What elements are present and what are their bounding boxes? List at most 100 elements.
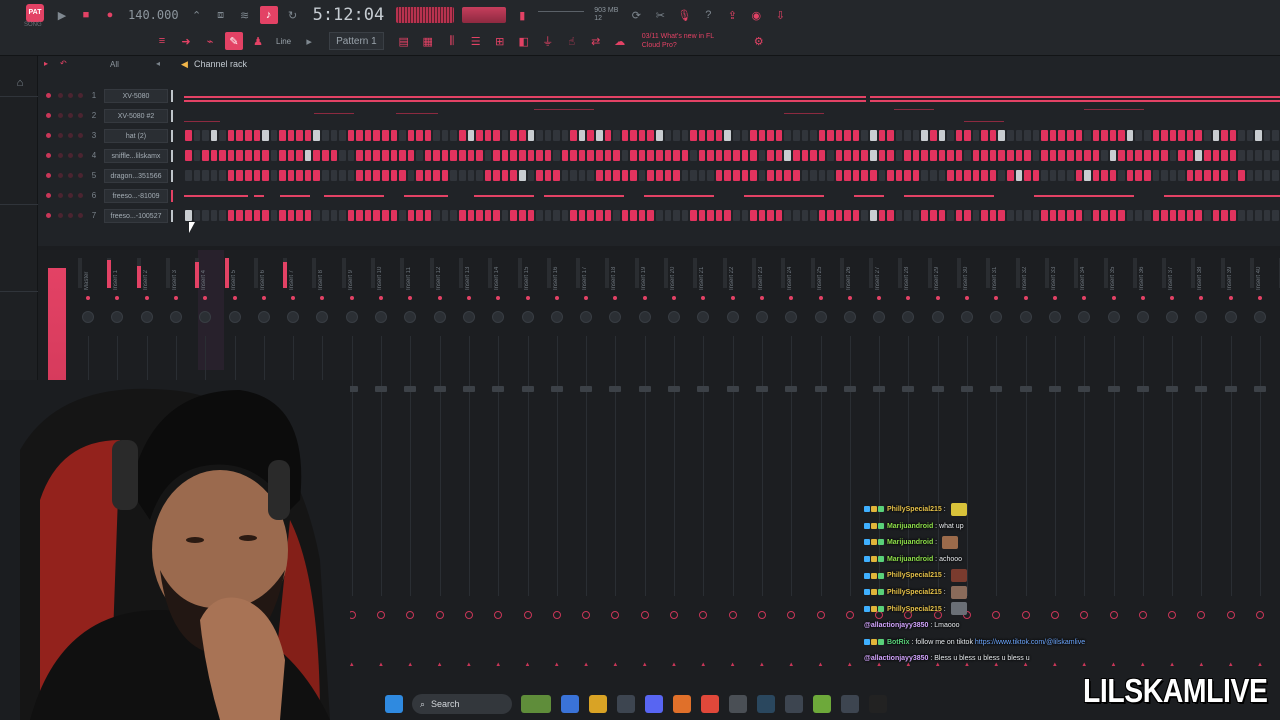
step-button[interactable] xyxy=(202,210,209,221)
step-button[interactable] xyxy=(227,150,235,161)
volume-fader[interactable] xyxy=(433,386,446,392)
step-button[interactable] xyxy=(655,150,663,161)
track-mute-led[interactable] xyxy=(1140,296,1145,300)
step-button[interactable] xyxy=(1272,170,1279,181)
step-button[interactable] xyxy=(733,170,740,181)
step-button[interactable] xyxy=(578,210,586,221)
track-pan-knob[interactable] xyxy=(433,311,446,323)
track-mute-led[interactable] xyxy=(554,296,559,300)
step-button[interactable] xyxy=(381,210,389,221)
step-button[interactable] xyxy=(279,210,286,221)
track-pan-knob[interactable] xyxy=(755,311,768,323)
step-button[interactable] xyxy=(544,150,552,161)
track-mute-led[interactable] xyxy=(466,296,471,300)
step-button[interactable] xyxy=(929,210,937,221)
step-button[interactable] xyxy=(844,150,851,161)
step-button[interactable] xyxy=(852,130,860,141)
step-button[interactable] xyxy=(1049,210,1057,221)
playlist-icon[interactable]: ≡ xyxy=(153,32,171,50)
step-button[interactable] xyxy=(1169,150,1177,161)
step-button[interactable] xyxy=(1032,150,1040,161)
browser-icon[interactable]: ☰ xyxy=(467,32,485,50)
channel-name-button[interactable]: dragon...351566 xyxy=(104,169,168,183)
step-button[interactable] xyxy=(801,130,809,141)
step-button[interactable] xyxy=(673,130,680,141)
send-ring[interactable] xyxy=(377,611,385,619)
step-button[interactable] xyxy=(587,150,594,161)
step-button[interactable] xyxy=(664,210,672,221)
step-button[interactable] xyxy=(270,210,278,221)
channel-pan-knob[interactable] xyxy=(68,93,73,98)
step-button[interactable] xyxy=(210,170,218,181)
step-button[interactable] xyxy=(1238,130,1245,141)
brave-icon[interactable] xyxy=(701,695,719,713)
step-button[interactable] xyxy=(459,170,466,181)
step-button[interactable] xyxy=(553,210,560,221)
step-button[interactable] xyxy=(210,130,218,141)
step-button[interactable] xyxy=(750,170,757,181)
step-button[interactable] xyxy=(630,170,637,181)
step-button[interactable] xyxy=(219,130,226,141)
track-mute-led[interactable] xyxy=(759,296,764,300)
step-button[interactable] xyxy=(1066,210,1074,221)
step-button[interactable] xyxy=(613,210,620,221)
step-button[interactable] xyxy=(1135,210,1142,221)
download-icon[interactable]: ⇩ xyxy=(771,6,789,24)
step-button[interactable] xyxy=(827,210,834,221)
send-ring[interactable] xyxy=(699,611,708,619)
piano-roll-icon[interactable]: ▤ xyxy=(395,32,413,50)
step-button[interactable] xyxy=(1024,170,1031,181)
send-ring[interactable] xyxy=(670,611,678,619)
volume-fader[interactable] xyxy=(1224,386,1237,392)
step-button[interactable] xyxy=(758,130,766,141)
track-pan-knob[interactable] xyxy=(82,311,94,323)
step-button[interactable] xyxy=(630,150,637,161)
step-button[interactable] xyxy=(904,170,911,181)
track-mute-led[interactable] xyxy=(291,296,296,300)
step-button[interactable] xyxy=(553,150,560,161)
step-button[interactable] xyxy=(1058,150,1065,161)
step-button[interactable] xyxy=(1075,210,1083,221)
step-button[interactable] xyxy=(1169,170,1177,181)
step-button[interactable] xyxy=(596,210,603,221)
step-button[interactable] xyxy=(484,130,492,141)
route-arrow-icon[interactable]: ▲ xyxy=(759,662,765,668)
track-mute-led[interactable] xyxy=(818,296,823,300)
step-button[interactable] xyxy=(493,170,500,181)
route-arrow-icon[interactable]: ▲ xyxy=(1198,662,1204,668)
step-button[interactable] xyxy=(1007,170,1014,181)
step-button[interactable] xyxy=(784,150,791,161)
step-button[interactable] xyxy=(947,130,954,141)
step-button[interactable] xyxy=(1221,150,1228,161)
step-button[interactable] xyxy=(1144,130,1151,141)
step-button[interactable] xyxy=(262,130,269,141)
step-button[interactable] xyxy=(364,150,372,161)
step-button[interactable] xyxy=(1032,170,1040,181)
tempo-display[interactable]: 140.000 xyxy=(128,8,179,22)
step-button[interactable] xyxy=(484,150,492,161)
step-button[interactable] xyxy=(887,210,894,221)
step-button[interactable] xyxy=(1221,130,1228,141)
mixer-insert-track[interactable]: Insert 20 ▲ xyxy=(660,256,689,720)
step-button[interactable] xyxy=(792,130,800,141)
step-button[interactable] xyxy=(441,210,449,221)
step-button[interactable] xyxy=(570,210,577,221)
step-button[interactable] xyxy=(664,150,672,161)
channel-row[interactable]: 4 sniffle...lilskamx xyxy=(38,146,1280,166)
step-button[interactable] xyxy=(921,150,928,161)
step-button[interactable] xyxy=(416,130,423,141)
step-button[interactable] xyxy=(1015,170,1023,181)
step-button[interactable] xyxy=(501,130,509,141)
track-mute-led[interactable] xyxy=(144,296,149,300)
step-button[interactable] xyxy=(681,130,689,141)
step-button[interactable] xyxy=(304,130,312,141)
step-button[interactable] xyxy=(390,210,398,221)
step-button[interactable] xyxy=(1092,150,1100,161)
channel-select-indicator[interactable] xyxy=(171,210,173,222)
step-button[interactable] xyxy=(219,150,226,161)
step-button[interactable] xyxy=(938,170,946,181)
step-button[interactable] xyxy=(784,170,791,181)
step-button[interactable] xyxy=(270,150,278,161)
step-button[interactable] xyxy=(887,130,894,141)
step-button[interactable] xyxy=(1024,210,1031,221)
